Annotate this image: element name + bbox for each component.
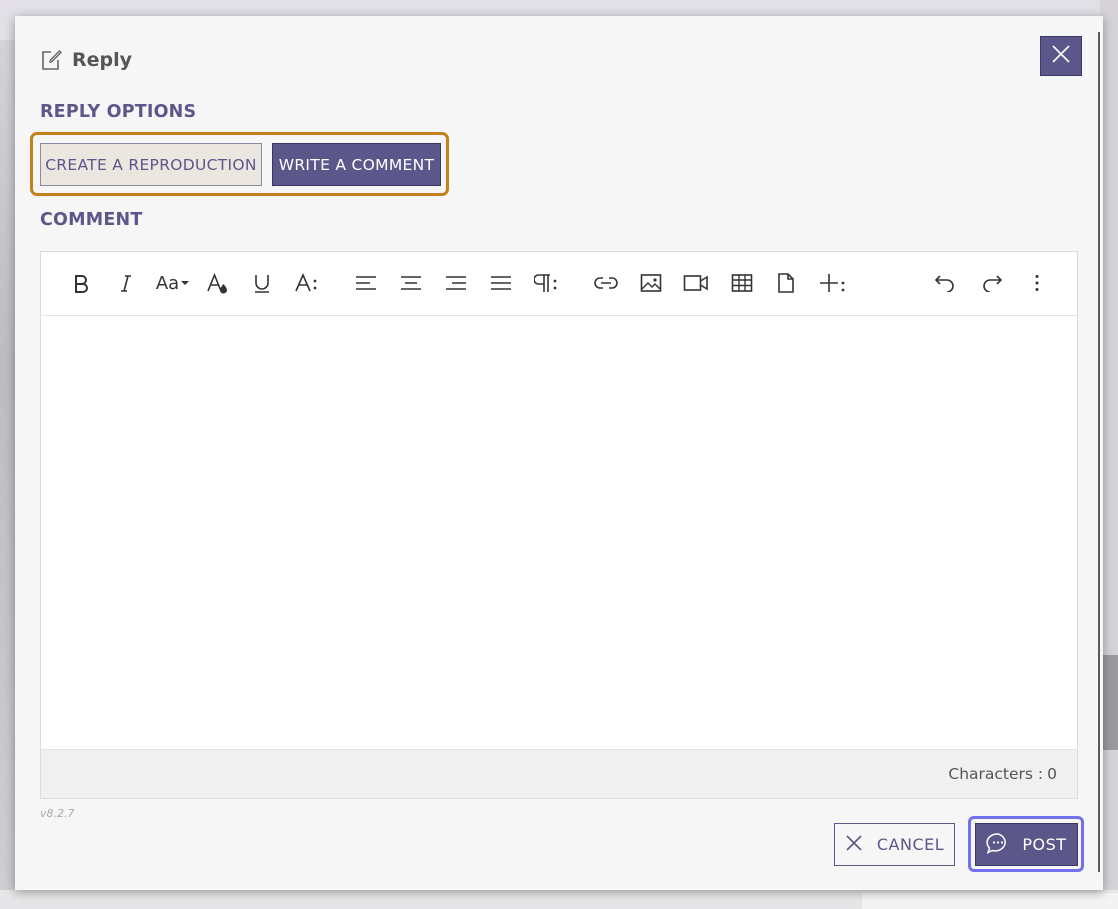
align-right-button[interactable] [440,266,472,300]
editor-status-bar: Characters :0 [41,749,1077,798]
link-icon [594,276,618,290]
insert-table-button[interactable] [726,266,758,300]
align-center-icon [400,275,422,291]
font-size-button[interactable]: Aa [153,266,193,300]
more-vertical-icon [1034,274,1040,292]
redo-icon [981,274,1003,292]
insert-file-button[interactable] [770,266,802,300]
cancel-label: CANCEL [876,835,945,854]
align-justify-icon [490,275,512,291]
align-left-button[interactable] [350,266,382,300]
font-size-icon: Aa [156,273,190,294]
align-left-icon [355,275,377,291]
more-misc-button[interactable] [1021,266,1053,300]
undo-button[interactable] [929,266,961,300]
editor-toolbar: Aa [41,252,1077,316]
chat-bubble-icon [986,832,1010,858]
edit-note-icon [40,49,62,71]
file-icon [776,272,796,294]
table-icon [731,273,753,293]
image-icon [640,273,662,293]
character-count: Characters :0 [948,765,1057,783]
comment-label: COMMENT [40,210,143,230]
close-icon [1051,44,1071,68]
paragraph-more-button[interactable] [531,266,563,300]
version-label: v8.2.7 [40,807,75,820]
italic-icon [117,273,135,293]
underline-icon [252,272,272,294]
bold-icon [72,273,90,293]
font-size-glyph: Aa [155,272,180,294]
more-insert-button[interactable] [815,266,851,300]
italic-button[interactable] [110,266,142,300]
character-count-label: Characters : [948,765,1044,783]
bold-button[interactable] [65,266,97,300]
insert-video-button[interactable] [680,266,712,300]
text-color-icon [205,272,229,294]
align-right-icon [445,275,467,291]
insert-link-button[interactable] [590,266,622,300]
dialog-header: Reply [40,48,132,72]
align-center-button[interactable] [395,266,427,300]
reply-dialog: Reply REPLY OPTIONS CREATE A REPRODUCTIO… [15,16,1103,890]
rich-text-editor: Aa Characters: 0 [40,251,1078,799]
plus-icon [819,272,847,294]
align-justify-button[interactable] [485,266,517,300]
cancel-button[interactable]: CANCEL [834,823,955,866]
character-count-value: 0 [1047,765,1057,783]
dialog-scrollbar[interactable] [1098,32,1100,872]
post-label: POST [1022,835,1067,854]
write-comment-button[interactable]: WRITE A COMMENT [272,143,441,186]
backdrop-bottom-panel [862,893,1118,909]
close-icon [845,834,863,856]
reply-options-label: REPLY OPTIONS [40,102,197,122]
more-text-icon [294,272,320,294]
dialog-title: Reply [72,49,133,71]
backdrop-right-block [1103,655,1118,750]
more-text-button[interactable] [291,266,323,300]
paragraph-icon [534,272,560,294]
video-icon [683,274,709,292]
insert-image-button[interactable] [635,266,667,300]
create-reproduction-button[interactable]: CREATE A REPRODUCTION [40,143,262,186]
post-button[interactable]: POST [975,823,1078,866]
redo-button[interactable] [976,266,1008,300]
close-button[interactable] [1040,36,1082,76]
undo-icon [934,274,956,292]
underline-button[interactable] [246,266,278,300]
text-color-button[interactable] [201,266,233,300]
comment-text-area[interactable] [41,316,1077,748]
